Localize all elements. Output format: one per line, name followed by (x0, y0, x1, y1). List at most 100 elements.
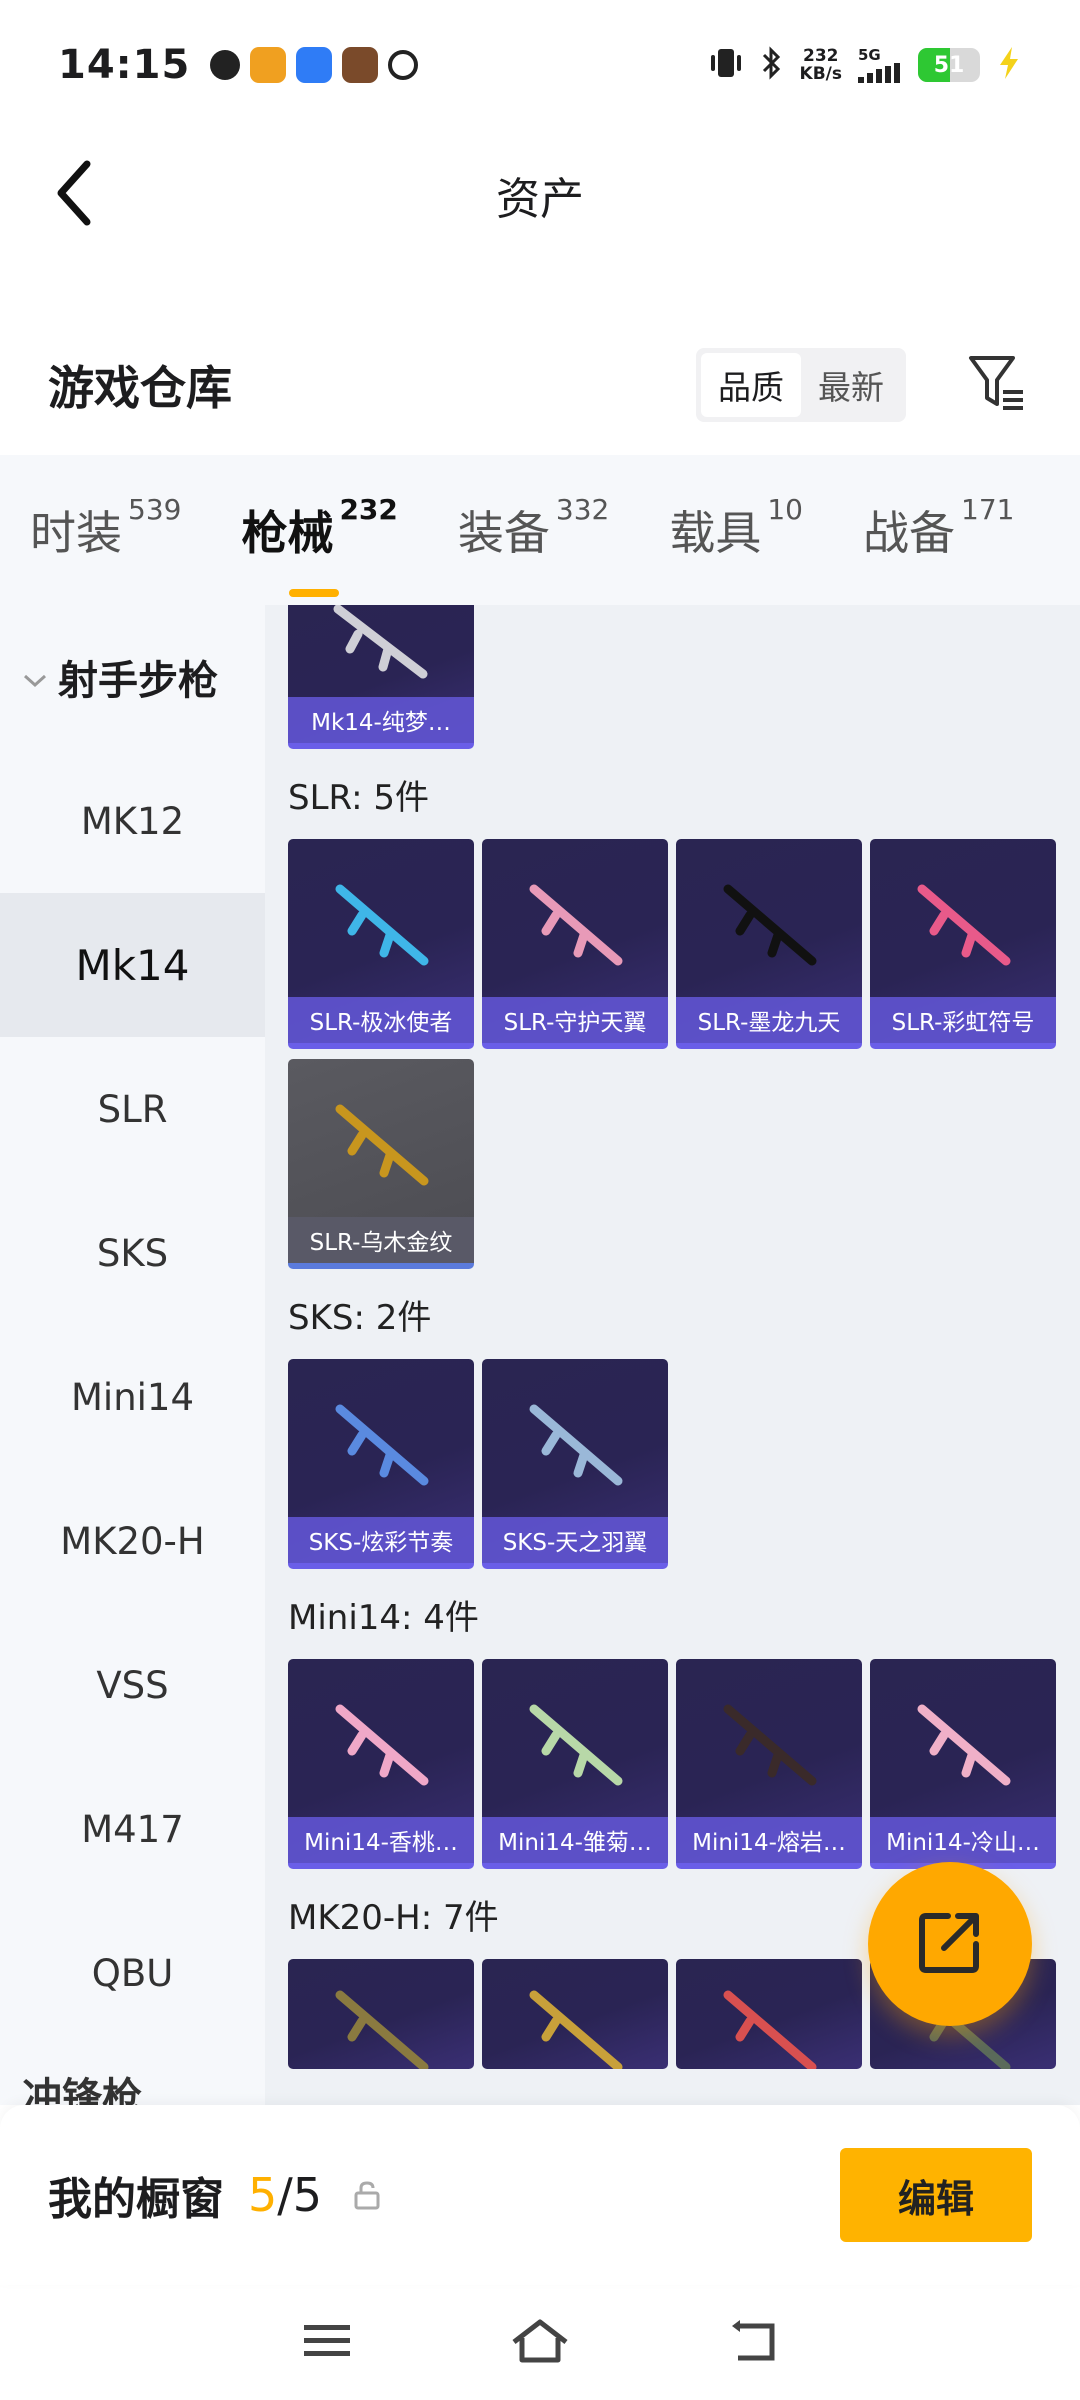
app-icon-3 (296, 47, 333, 83)
nav-menu-button[interactable] (297, 2313, 357, 2373)
showcase-total: 5 (292, 2168, 323, 2222)
section-heading: SLR: 5件 (288, 777, 429, 818)
nav-home-button[interactable] (510, 2313, 570, 2373)
skin-card[interactable]: SKS-炫彩节奏 (288, 1359, 474, 1569)
menu-icon (302, 2321, 352, 2365)
weapon-type-sidebar: 射手步枪 MK12 Mk14 SLR SKS Mini14 MK20-H VSS… (0, 605, 265, 2105)
net-speed-unit: KB/s (799, 64, 842, 84)
sidebar-item-mini14[interactable]: Mini14 (0, 1325, 265, 1469)
app-icon-5 (388, 50, 419, 80)
section-heading: SKS: 2件 (288, 1297, 432, 1338)
sidebar-item-mk12[interactable]: MK12 (0, 749, 265, 893)
rifle-icon (723, 1990, 817, 2069)
rifle-icon (723, 884, 817, 966)
app-header: 资产 (0, 130, 1080, 260)
app-icon-2 (250, 47, 287, 83)
tab-firearms[interactable]: 枪械 232 (241, 493, 397, 563)
status-app-icons (210, 47, 419, 83)
chevron-left-icon (55, 160, 95, 230)
skin-card[interactable]: SLR-墨龙九天 (676, 839, 862, 1049)
rifle-icon (335, 1404, 429, 1486)
filter-icon (967, 354, 1027, 416)
tab-count: 232 (339, 493, 398, 526)
skin-name: SKS-天之羽翼 (482, 1517, 668, 1563)
tab-label: 时装 (30, 506, 122, 560)
vibrate-icon (708, 47, 744, 83)
net-speed-value: 232 (803, 46, 839, 66)
tab-label: 装备 (457, 506, 550, 560)
battery-level: 51 (933, 52, 965, 78)
sort-option-quality[interactable]: 品质 (701, 353, 801, 417)
share-fab-button[interactable] (868, 1862, 1032, 2026)
sidebar-item-sks[interactable]: SKS (0, 1181, 265, 1325)
sidebar-group-label: 射手步枪 (58, 658, 218, 704)
sidebar-item-qbu[interactable]: QBU (0, 1901, 265, 2045)
skin-card[interactable]: Mini14-香桃… (288, 1659, 474, 1869)
skin-grid-sks: SKS-炫彩节奏 SKS-天之羽翼 (288, 1359, 1068, 1569)
signal-icon: 5G (858, 47, 902, 83)
skin-name: SLR-守护天翼 (482, 997, 668, 1043)
skin-card[interactable]: Mini14-冷山… (870, 1659, 1056, 1869)
bluetooth-icon (760, 46, 784, 84)
sidebar-item-slr[interactable]: SLR (0, 1037, 265, 1181)
tab-equipment[interactable]: 装备 332 (457, 493, 609, 563)
tab-combat-gear[interactable]: 战备 171 (863, 493, 1014, 563)
rifle-icon (917, 884, 1011, 966)
sidebar-group-marksman[interactable]: 射手步枪 (0, 605, 265, 749)
home-icon (510, 2316, 570, 2370)
skin-card[interactable] (288, 1959, 474, 2069)
page-title: 资产 (496, 174, 584, 225)
tab-count: 10 (767, 493, 803, 526)
sidebar-group-smg[interactable]: 冲锋枪 (0, 2045, 265, 2105)
rifle-icon (917, 1704, 1011, 1786)
skin-card[interactable]: SLR-守护天翼 (482, 839, 668, 1049)
nav-back-button[interactable] (723, 2313, 783, 2373)
status-right: 232 KB/s 5G 51 (708, 46, 1022, 84)
category-tabs: 时装 539 枪械 232 装备 332 载具 10 战备 171 (0, 455, 1080, 605)
sidebar-item-mk14[interactable]: Mk14 (0, 893, 265, 1037)
skin-card[interactable]: SLR-彩虹符号 (870, 839, 1056, 1049)
skin-card[interactable] (676, 1959, 862, 2069)
chevron-down-icon (22, 654, 48, 700)
sidebar-item-m417[interactable]: M417 (0, 1757, 265, 1901)
skin-card[interactable]: SKS-天之羽翼 (482, 1359, 668, 1569)
section-heading: Mini14: 4件 (288, 1597, 479, 1638)
showcase-count: 5/5 (248, 2168, 322, 2222)
skin-card[interactable]: Mini14-熔岩… (676, 1659, 862, 1869)
sidebar-item-vss[interactable]: VSS (0, 1613, 265, 1757)
tab-label: 载具 (669, 506, 762, 560)
rifle-icon (529, 1990, 623, 2069)
tab-count: 332 (555, 493, 610, 526)
back-button[interactable] (40, 160, 110, 230)
warehouse-title: 游戏仓库 (48, 361, 232, 415)
skin-card[interactable]: SLR-极冰使者 (288, 839, 474, 1049)
status-time: 14:15 (58, 42, 191, 88)
filter-button[interactable] (962, 350, 1032, 420)
skin-card[interactable]: SLR-乌木金纹 (288, 1059, 474, 1269)
skin-card[interactable]: Mk14-纯梦… (288, 605, 474, 749)
rifle-icon (335, 1104, 429, 1186)
skin-card[interactable] (482, 1959, 668, 2069)
net-speed: 232 KB/s (800, 47, 842, 83)
rifle-icon (333, 605, 428, 679)
rifle-icon (529, 1404, 623, 1486)
sort-option-latest[interactable]: 最新 (801, 353, 901, 417)
lock-icon (352, 2180, 382, 2210)
skin-name: SLR-彩虹符号 (870, 997, 1056, 1043)
skin-grid-mini14: Mini14-香桃… Mini14-雏菊… Mini14-熔岩… Mini14-… (288, 1659, 1068, 1869)
tab-vehicles[interactable]: 载具 10 (669, 493, 803, 563)
sidebar-group-label: 冲锋枪 (22, 2075, 142, 2105)
sidebar-item-mk20h[interactable]: MK20-H (0, 1469, 265, 1613)
skin-name: Mini14-冷山… (870, 1817, 1056, 1863)
showcase-bar: 我的橱窗 5/5 编辑 (0, 2105, 1080, 2285)
edit-button[interactable]: 编辑 (840, 2148, 1032, 2242)
skin-name: Mini14-香桃… (288, 1817, 474, 1863)
skin-name: Mk14-纯梦… (288, 697, 474, 743)
skin-card[interactable]: Mini14-雏菊… (482, 1659, 668, 1869)
app-icon-1 (210, 50, 241, 80)
skin-name: Mini14-雏菊… (482, 1817, 668, 1863)
showcase-separator: / (277, 2168, 293, 2222)
tab-fashion[interactable]: 时装 539 (30, 493, 181, 563)
battery-indicator: 51 (918, 48, 980, 82)
tab-label: 枪械 (241, 506, 334, 560)
